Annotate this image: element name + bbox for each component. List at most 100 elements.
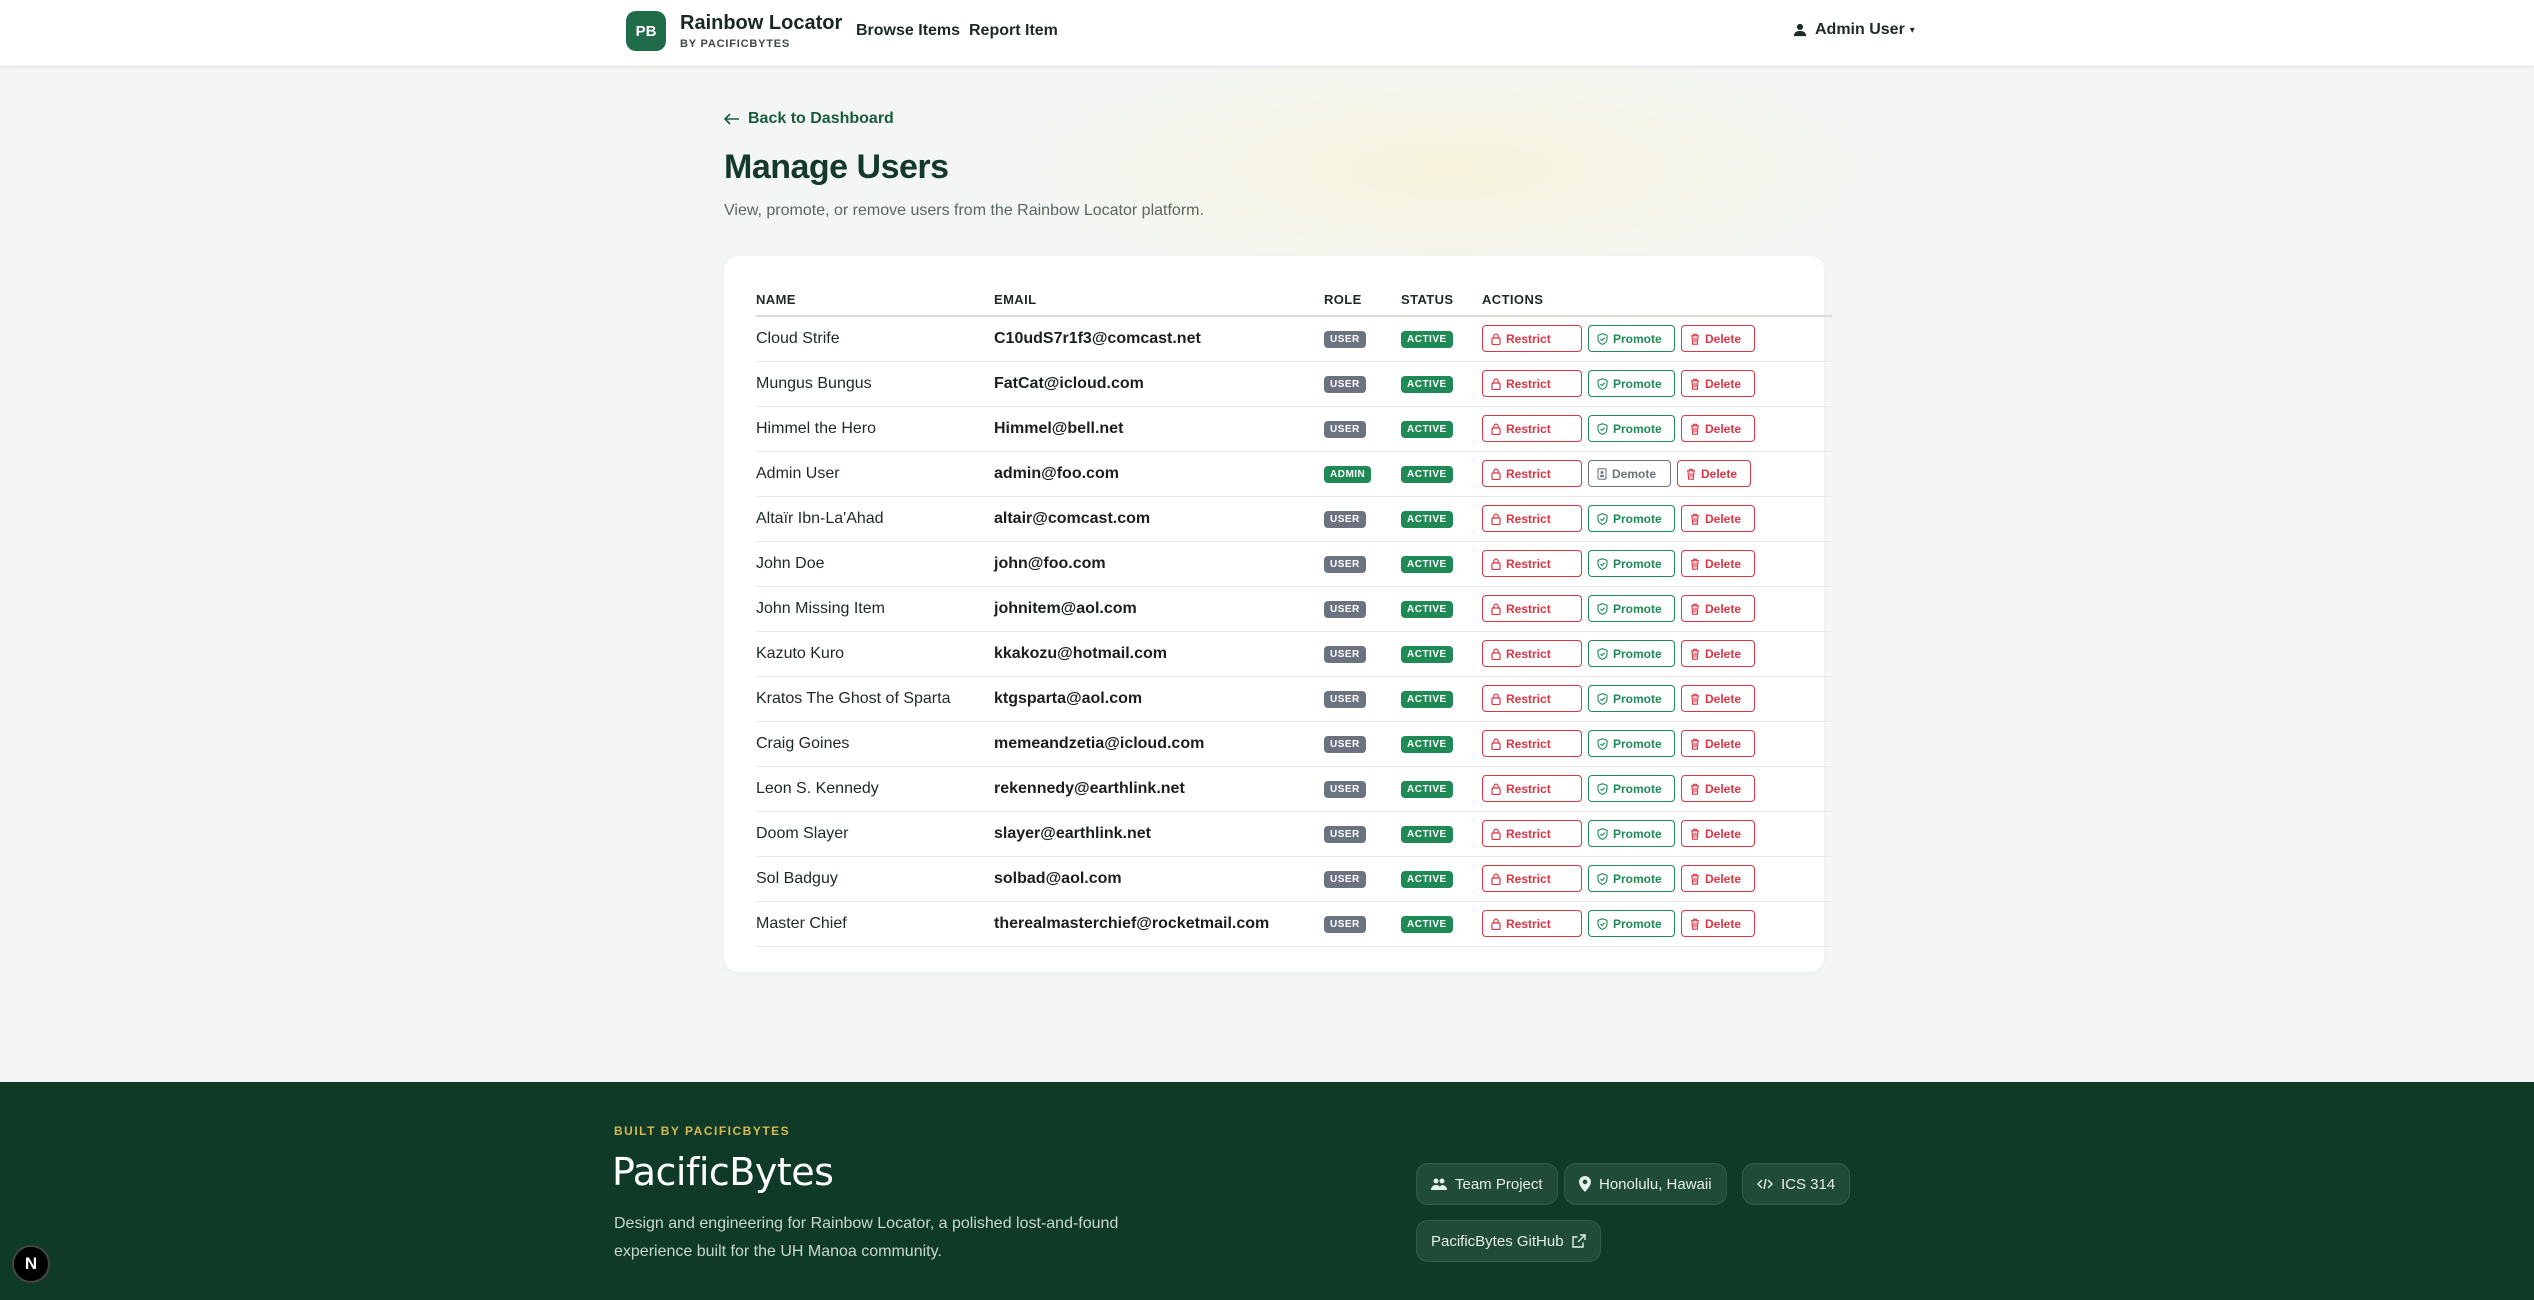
- restrict-button[interactable]: Restrict: [1482, 505, 1582, 532]
- shield-check-icon: [1597, 332, 1608, 345]
- table-row: Doom Slayer slayer@earthlink.net USER ACTIV…: [756, 811, 1832, 857]
- delete-button[interactable]: Delete: [1681, 640, 1755, 667]
- demote-button[interactable]: Demote: [1588, 460, 1671, 487]
- promote-button[interactable]: Promote: [1588, 370, 1675, 397]
- shield-check-icon: [1597, 602, 1608, 615]
- user-name-cell: Altaïr Ibn-La'Ahad: [756, 496, 994, 542]
- role-cell: USER: [1324, 811, 1401, 857]
- restrict-button[interactable]: Restrict: [1482, 775, 1582, 802]
- shield-check-icon: [1597, 422, 1608, 435]
- shield-check-icon: [1597, 872, 1608, 885]
- nav-browse-items[interactable]: Browse Items: [856, 22, 960, 40]
- dev-tools-badge[interactable]: N: [12, 1245, 50, 1283]
- status-cell: ACTIVE: [1401, 361, 1482, 407]
- promote-button[interactable]: Promote: [1588, 505, 1675, 532]
- header-role: ROLE: [1324, 284, 1401, 317]
- delete-button[interactable]: Delete: [1681, 865, 1755, 892]
- restrict-button[interactable]: Restrict: [1482, 415, 1582, 442]
- promote-label: Promote: [1613, 646, 1662, 661]
- promote-button[interactable]: Promote: [1588, 685, 1675, 712]
- restrict-label: Restrict: [1506, 826, 1551, 841]
- actions-cell: Restrict Promote Delete: [1482, 496, 1832, 542]
- delete-button[interactable]: Delete: [1681, 595, 1755, 622]
- delete-label: Delete: [1705, 736, 1742, 751]
- promote-label: Promote: [1613, 736, 1662, 751]
- github-label: PacificBytes GitHub: [1431, 1232, 1564, 1250]
- promote-button[interactable]: Promote: [1588, 910, 1675, 937]
- restrict-button[interactable]: Restrict: [1482, 685, 1582, 712]
- promote-button[interactable]: Promote: [1588, 865, 1675, 892]
- delete-button[interactable]: Delete: [1681, 820, 1755, 847]
- delete-button[interactable]: Delete: [1681, 730, 1755, 757]
- status-cell: ACTIVE: [1401, 451, 1482, 497]
- restrict-button[interactable]: Restrict: [1482, 325, 1582, 353]
- shield-check-icon: [1597, 377, 1608, 390]
- delete-button[interactable]: Delete: [1681, 775, 1755, 802]
- delete-button[interactable]: Delete: [1681, 325, 1755, 353]
- shield-check-icon: [1597, 737, 1608, 750]
- user-email-cell: john@foo.com: [994, 541, 1324, 587]
- trash-icon: [1691, 333, 1699, 345]
- delete-button[interactable]: Delete: [1681, 505, 1755, 532]
- status-cell: ACTIVE: [1401, 721, 1482, 767]
- delete-button[interactable]: Delete: [1677, 460, 1751, 487]
- restrict-button[interactable]: Restrict: [1482, 370, 1582, 397]
- restrict-button[interactable]: Restrict: [1482, 460, 1582, 487]
- badge-icon: [1597, 467, 1607, 480]
- promote-label: Promote: [1613, 826, 1662, 841]
- delete-button[interactable]: Delete: [1681, 415, 1755, 442]
- status-badge: ACTIVE: [1401, 511, 1453, 528]
- role-cell: USER: [1324, 721, 1401, 767]
- delete-button[interactable]: Delete: [1681, 910, 1755, 937]
- brand[interactable]: PB Rainbow Locator BY PACIFICBYTES: [626, 11, 842, 51]
- nav-report-item[interactable]: Report Item: [969, 22, 1058, 40]
- footer-kicker: BUILT BY PACIFICBYTES: [614, 1124, 791, 1138]
- role-badge: USER: [1324, 826, 1366, 843]
- promote-button[interactable]: Promote: [1588, 415, 1675, 442]
- delete-button[interactable]: Delete: [1681, 370, 1755, 397]
- promote-label: Promote: [1613, 781, 1662, 796]
- actions-cell: Restrict Promote Delete: [1482, 541, 1832, 587]
- status-cell: ACTIVE: [1401, 676, 1482, 722]
- promote-button[interactable]: Promote: [1588, 640, 1675, 667]
- promote-button[interactable]: Promote: [1588, 550, 1675, 577]
- role-cell: USER: [1324, 496, 1401, 542]
- delete-button[interactable]: Delete: [1681, 685, 1755, 712]
- restrict-button[interactable]: Restrict: [1482, 640, 1582, 667]
- restrict-button[interactable]: Restrict: [1482, 820, 1582, 847]
- user-menu-dropdown[interactable]: Admin User ▾: [1793, 21, 1915, 39]
- shield-check-icon: [1597, 512, 1608, 525]
- header-actions: ACTIONS: [1482, 284, 1832, 317]
- restrict-button[interactable]: Restrict: [1482, 730, 1582, 757]
- role-cell: USER: [1324, 361, 1401, 407]
- status-cell: ACTIVE: [1401, 631, 1482, 677]
- person-icon: [1793, 23, 1807, 37]
- lock-icon: [1491, 918, 1501, 930]
- delete-label: Delete: [1705, 376, 1742, 391]
- delete-button[interactable]: Delete: [1681, 550, 1755, 577]
- promote-button[interactable]: Promote: [1588, 730, 1675, 757]
- status-cell: ACTIVE: [1401, 496, 1482, 542]
- restrict-button[interactable]: Restrict: [1482, 595, 1582, 622]
- promote-button[interactable]: Promote: [1588, 775, 1675, 802]
- role-badge: USER: [1324, 781, 1366, 798]
- github-link[interactable]: PacificBytes GitHub: [1416, 1220, 1601, 1262]
- role-badge: USER: [1324, 916, 1366, 933]
- promote-button[interactable]: Promote: [1588, 820, 1675, 847]
- role-badge: USER: [1324, 736, 1366, 753]
- promote-button[interactable]: Promote: [1588, 325, 1675, 353]
- role-badge: ADMIN: [1324, 466, 1372, 483]
- promote-button[interactable]: Promote: [1588, 595, 1675, 622]
- role-badge: USER: [1324, 376, 1366, 393]
- page-title: Manage Users: [724, 148, 949, 186]
- restrict-button[interactable]: Restrict: [1482, 865, 1582, 892]
- header-status: STATUS: [1401, 284, 1482, 317]
- status-cell: ACTIVE: [1401, 901, 1482, 947]
- lock-icon: [1491, 873, 1501, 885]
- restrict-button[interactable]: Restrict: [1482, 550, 1582, 577]
- restrict-label: Restrict: [1506, 601, 1551, 616]
- back-to-dashboard-link[interactable]: Back to Dashboard: [724, 110, 894, 128]
- trash-icon: [1691, 873, 1699, 885]
- external-link-icon: [1571, 1234, 1586, 1248]
- restrict-button[interactable]: Restrict: [1482, 910, 1582, 937]
